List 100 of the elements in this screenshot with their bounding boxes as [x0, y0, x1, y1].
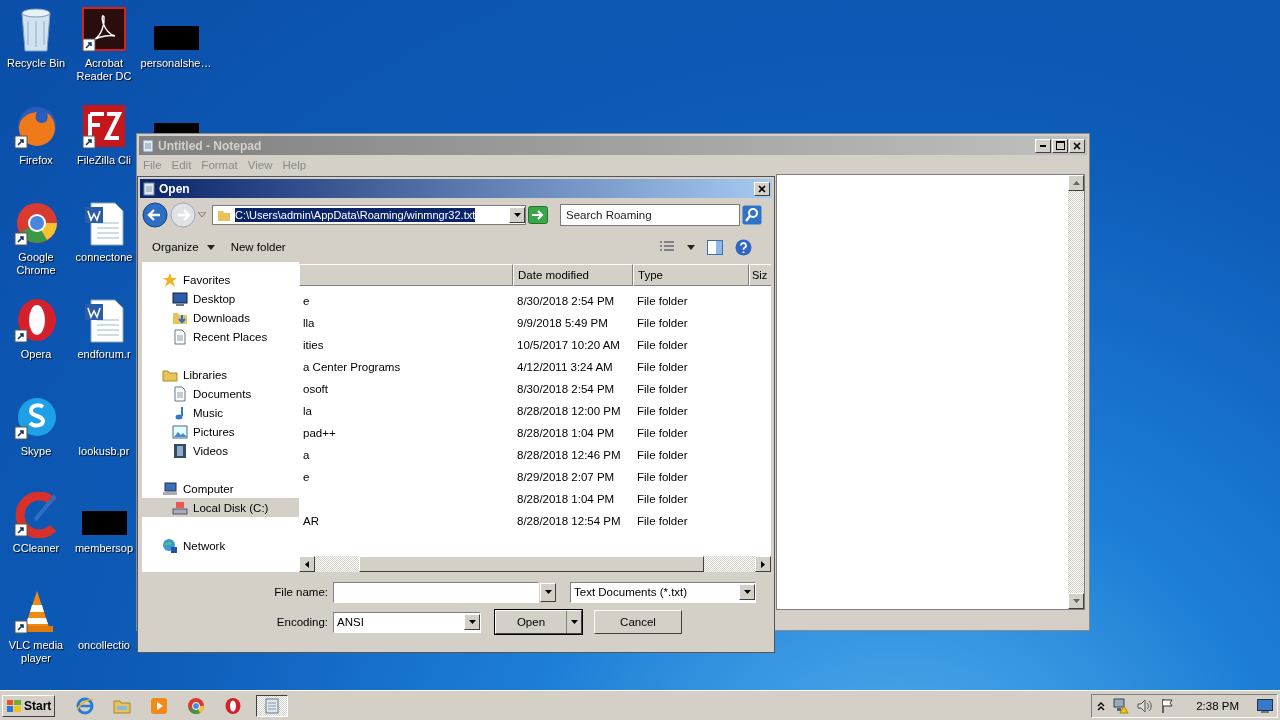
desktop-icon-label[interactable]: oncollectio [78, 639, 130, 652]
desktop-icon-label[interactable]: endforum.r [77, 348, 131, 361]
file-name-label: File name: [273, 586, 329, 598]
horizontal-scrollbar[interactable] [299, 556, 771, 572]
desktop-icon-label[interactable]: Skype [20, 445, 52, 458]
encoding-dropdown[interactable]: ANSI [333, 611, 481, 633]
nav-item[interactable]: Desktop [142, 289, 299, 308]
type-cell: File folder [637, 493, 688, 505]
column-header[interactable]: Siz [749, 264, 771, 286]
maximize-button[interactable] [1052, 138, 1068, 153]
caret-icon[interactable] [544, 590, 552, 594]
arrow-left-icon[interactable] [305, 560, 309, 568]
file-name[interactable]: la [303, 405, 312, 417]
preview-pane-icon[interactable] [707, 239, 723, 255]
desktop-icon-label[interactable]: connectone [75, 251, 133, 264]
desktop-icon-label[interactable]: membersop [74, 542, 134, 555]
date-cell: 8/28/2018 1:04 PM [517, 493, 615, 505]
vertical-scrollbar[interactable] [1068, 175, 1084, 609]
file-name[interactable]: a Center Programs [303, 361, 401, 373]
clock[interactable]: 2:38 PM [1196, 699, 1239, 712]
disk-icon [172, 499, 188, 516]
nav-item[interactable]: Local Disk (C:) [142, 498, 299, 517]
back-button[interactable] [142, 202, 168, 228]
type-cell: File folder [637, 515, 688, 527]
nav-item[interactable]: Network [142, 536, 299, 555]
fox-globe-icon[interactable] [13, 104, 59, 150]
nav-item[interactable]: Pictures [142, 422, 299, 441]
close-button[interactable] [754, 181, 770, 196]
file-name[interactable]: e [303, 471, 310, 483]
close-button[interactable] [1069, 138, 1085, 153]
column-header[interactable]: Type [633, 264, 749, 286]
new-folder-button[interactable]: New folder [228, 239, 288, 255]
taskbar-button[interactable] [256, 694, 289, 717]
file-name[interactable]: AR [303, 515, 319, 527]
help-icon[interactable] [735, 238, 752, 256]
nav-item[interactable]: Recent Places [142, 327, 299, 346]
desktop-icon-label[interactable]: CCleaner [12, 542, 60, 555]
o-ring-icon [224, 696, 243, 715]
file-name[interactable]: pad++ [303, 427, 336, 439]
e-globe-icon [76, 696, 95, 715]
arrow-up-icon[interactable] [1072, 181, 1080, 185]
search-field[interactable]: Search Roaming [560, 204, 740, 226]
ring-globe-icon[interactable] [13, 201, 59, 247]
caret-icon [570, 620, 578, 624]
swirl-app-icon[interactable] [81, 7, 127, 53]
date-cell: 8/30/2018 2:54 PM [517, 383, 615, 395]
star-icon [162, 271, 178, 288]
date-cell: 8/28/2018 1:04 PM [517, 427, 615, 439]
speaker-icon[interactable] [1136, 697, 1155, 714]
desktop-icon-label[interactable]: lookusb.pr [78, 445, 130, 458]
view-list-icon[interactable] [659, 240, 675, 254]
caret-icon[interactable] [513, 213, 521, 217]
file-type-dropdown[interactable]: Text Documents (*.txt) [570, 581, 756, 603]
file-name[interactable]: lla [303, 317, 315, 329]
desktop-icon-label[interactable]: Recycle Bin [6, 57, 66, 70]
minimize-button[interactable] [1035, 138, 1051, 153]
desktop-icon-label[interactable]: Acrobat Reader DC [72, 57, 136, 83]
nav-item[interactable]: Favorites [142, 270, 299, 289]
desktop-icon-label[interactable]: FileZilla Cli [77, 154, 131, 167]
organize-button[interactable]: Organize [150, 239, 217, 255]
caret-icon [468, 620, 476, 624]
o-ring-icon[interactable] [13, 298, 59, 344]
nav-item[interactable]: Documents [142, 384, 299, 403]
brush-icon[interactable] [13, 492, 59, 538]
column-header[interactable]: Date modified [513, 264, 633, 286]
open-button[interactable]: Open [495, 610, 582, 634]
caret-icon[interactable] [687, 244, 695, 250]
search-icon[interactable] [742, 205, 762, 225]
file-name[interactable]: ities [303, 339, 324, 351]
cancel-button[interactable]: Cancel [594, 610, 682, 634]
desktop-icon-label[interactable]: VLC media player [0, 639, 72, 665]
date-cell: 8/28/2018 12:46 PM [517, 449, 621, 461]
nav-item[interactable]: Videos [142, 441, 299, 460]
nav-item[interactable]: Downloads [142, 308, 299, 327]
address-field[interactable]: C:\Users\admin\AppData\Roaming/winmngr32.txt [212, 205, 526, 225]
file-name[interactable]: e [303, 295, 310, 307]
cloud-app-icon[interactable] [13, 395, 59, 441]
go-arrow-button[interactable] [528, 206, 548, 224]
show-desktop-icon[interactable] [1257, 698, 1273, 713]
type-cell: File folder [637, 383, 688, 395]
caret-icon [743, 590, 751, 594]
start-button[interactable]: Start [2, 694, 56, 717]
nav-item[interactable]: Libraries [142, 365, 299, 384]
chevron-up-icon[interactable] [1096, 700, 1107, 711]
arrow-down-icon[interactable] [1072, 599, 1080, 603]
desktop-icon-label[interactable]: Firefox [19, 154, 53, 167]
file-name[interactable]: osoft [303, 383, 328, 395]
file-name[interactable]: a [303, 449, 310, 461]
nav-item[interactable]: Music [142, 403, 299, 422]
type-cell: File folder [637, 361, 688, 373]
type-cell: File folder [637, 427, 688, 439]
desktop-icon-label[interactable]: personalshe… [140, 57, 212, 70]
arrow-right-icon[interactable] [761, 560, 765, 568]
desktop-icon-label[interactable]: Google Chrome [0, 251, 72, 277]
desktop-icon-label[interactable]: Opera [20, 348, 52, 361]
nav-item[interactable]: Computer [142, 479, 299, 498]
network-warning-icon[interactable] [1112, 697, 1131, 714]
app-tile-icon[interactable] [81, 104, 127, 150]
globe-icon [162, 537, 178, 554]
close-icon [1073, 141, 1081, 150]
